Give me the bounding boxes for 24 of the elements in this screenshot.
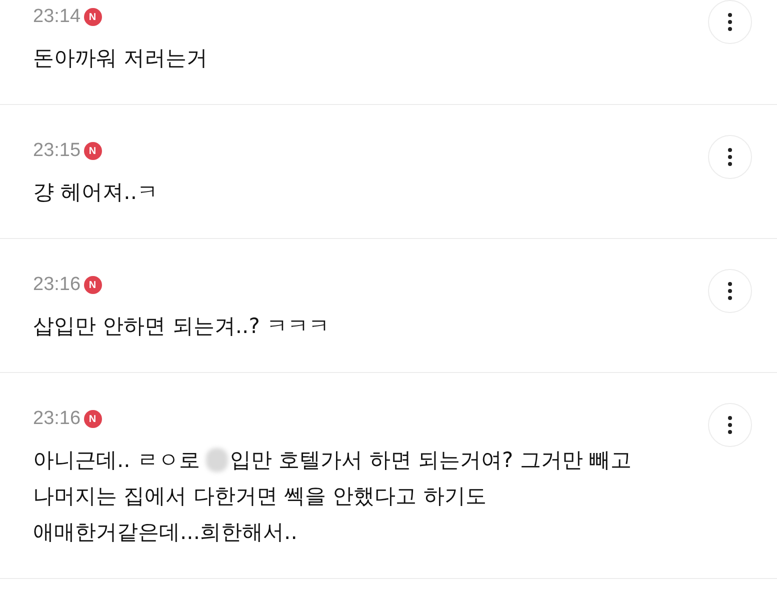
comment-time: 23:15: [33, 140, 81, 162]
comment-text: 애매한거같은데...희한해서..: [33, 519, 298, 546]
more-icon: [728, 416, 732, 434]
new-badge: N: [84, 142, 102, 160]
comment-time: 23:16: [33, 408, 81, 430]
comment-text: 나머지는 집에서 다한거면 쎅을 안했다고 하기도: [33, 483, 486, 510]
more-button[interactable]: [708, 403, 752, 447]
more-button[interactable]: [708, 269, 752, 313]
more-button[interactable]: [708, 135, 752, 179]
comment-time: 23:16: [33, 274, 81, 296]
new-badge: N: [84, 276, 102, 294]
more-button[interactable]: [708, 0, 752, 44]
more-icon: [728, 148, 732, 166]
new-badge: N: [84, 410, 102, 428]
comment-text: 삽입만 안하면 되는겨..? ㅋㅋㅋ: [33, 313, 330, 340]
blur-patch: [206, 448, 228, 472]
new-badge: N: [84, 8, 102, 26]
comment-text: 걍 헤어져..ㅋ: [33, 179, 158, 206]
more-icon: [728, 13, 732, 31]
comment-text: 아니근데.. ㄹㅇ로: [33, 447, 200, 474]
comment-text: 입만 호텔가서 하면 되는거여? 그거만 빼고: [230, 447, 632, 474]
more-icon: [728, 282, 732, 300]
comment-text: 돈아까워 저러는거: [33, 45, 208, 72]
comment-time: 23:14: [33, 6, 81, 28]
